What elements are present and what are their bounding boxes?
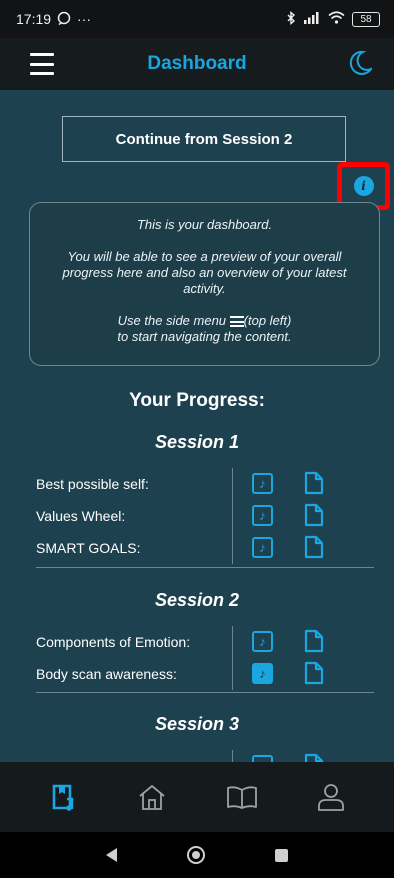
battery-icon: 58 — [352, 11, 380, 27]
book-icon[interactable] — [222, 777, 262, 817]
app-bar: Dashboard — [0, 38, 394, 90]
info-icon[interactable]: i — [353, 176, 374, 196]
row-separator — [232, 500, 233, 532]
document-icon[interactable] — [304, 753, 324, 762]
dashboard-icon[interactable] — [43, 777, 83, 817]
session-divider — [36, 567, 374, 568]
info-line-1: This is your dashboard. — [136, 217, 273, 232]
audio-note-icon[interactable]: ♪ — [252, 505, 273, 526]
status-time: 17:19 — [16, 11, 52, 27]
session-1-title: Session 1 — [154, 432, 240, 452]
session-3-title: Session 3 — [154, 714, 240, 734]
row-separator — [232, 468, 233, 500]
continue-session-button[interactable]: Continue from Session 2 — [62, 116, 346, 162]
hamburger-menu-icon — [229, 316, 244, 328]
progress-title: Your Progress: — [129, 390, 265, 411]
row-separator — [232, 750, 233, 762]
dark-mode-moon-icon[interactable] — [348, 50, 374, 81]
info-line-2: You will be able to see a preview of you… — [62, 249, 347, 296]
session-2-title: Session 2 — [154, 590, 240, 610]
row-separator — [232, 658, 233, 690]
page-title: Dashboard — [147, 53, 247, 74]
home-circle-icon[interactable] — [187, 846, 205, 864]
progress-row-components-of-emotion: Components of Emotion: ♪ — [36, 626, 376, 658]
row-label: Best possible self: — [36, 476, 149, 492]
wifi-icon — [328, 11, 345, 27]
progress-row-partial: ♪ — [36, 750, 376, 762]
document-icon[interactable] — [304, 535, 324, 564]
audio-note-icon[interactable]: ♪ — [252, 473, 273, 494]
signal-icon — [303, 11, 321, 27]
row-label: Values Wheel: — [36, 508, 126, 524]
row-label: Components of Emotion: — [36, 634, 191, 650]
row-separator — [232, 532, 233, 564]
row-label: Body scan awareness: — [36, 666, 177, 682]
back-triangle-icon[interactable] — [106, 848, 117, 862]
document-icon[interactable] — [304, 661, 324, 690]
audio-note-icon[interactable]: ♪ — [252, 537, 273, 558]
home-icon[interactable] — [132, 777, 172, 817]
document-icon[interactable] — [304, 503, 324, 532]
progress-row-smart-goals: SMART GOALS: ♪ — [36, 532, 376, 564]
progress-row-best-possible-self: Best possible self: ♪ — [36, 468, 376, 500]
audio-note-completed-icon[interactable]: ♪ — [252, 663, 273, 684]
more-dots-icon: ··· — [77, 11, 92, 27]
recent-apps-square-icon[interactable] — [275, 848, 288, 862]
bluetooth-icon — [286, 10, 296, 28]
session-divider — [36, 692, 374, 693]
row-label: SMART GOALS: — [36, 540, 141, 556]
bottom-navigation — [0, 762, 394, 832]
info-line-4: to start navigating the content. — [117, 329, 292, 344]
row-separator — [232, 626, 233, 658]
system-navigation-bar — [0, 832, 394, 878]
status-bar: 17:19 ··· 58 — [0, 0, 394, 38]
whatsapp-icon — [57, 11, 71, 28]
dashboard-info-card: This is your dashboard. You will be able… — [29, 202, 380, 366]
progress-row-values-wheel: Values Wheel: ♪ — [36, 500, 376, 532]
audio-note-icon[interactable]: ♪ — [252, 631, 273, 652]
info-line-3: Use the side menu (top left) — [117, 313, 292, 328]
dashboard-content[interactable]: Continue from Session 2 i This is your d… — [0, 90, 394, 762]
profile-icon[interactable] — [311, 777, 351, 817]
progress-row-body-scan-awareness: Body scan awareness: ♪ — [36, 658, 376, 690]
document-icon[interactable] — [304, 471, 324, 500]
document-icon[interactable] — [304, 629, 324, 658]
audio-note-icon[interactable]: ♪ — [252, 755, 273, 762]
hamburger-menu-icon[interactable] — [30, 53, 54, 75]
